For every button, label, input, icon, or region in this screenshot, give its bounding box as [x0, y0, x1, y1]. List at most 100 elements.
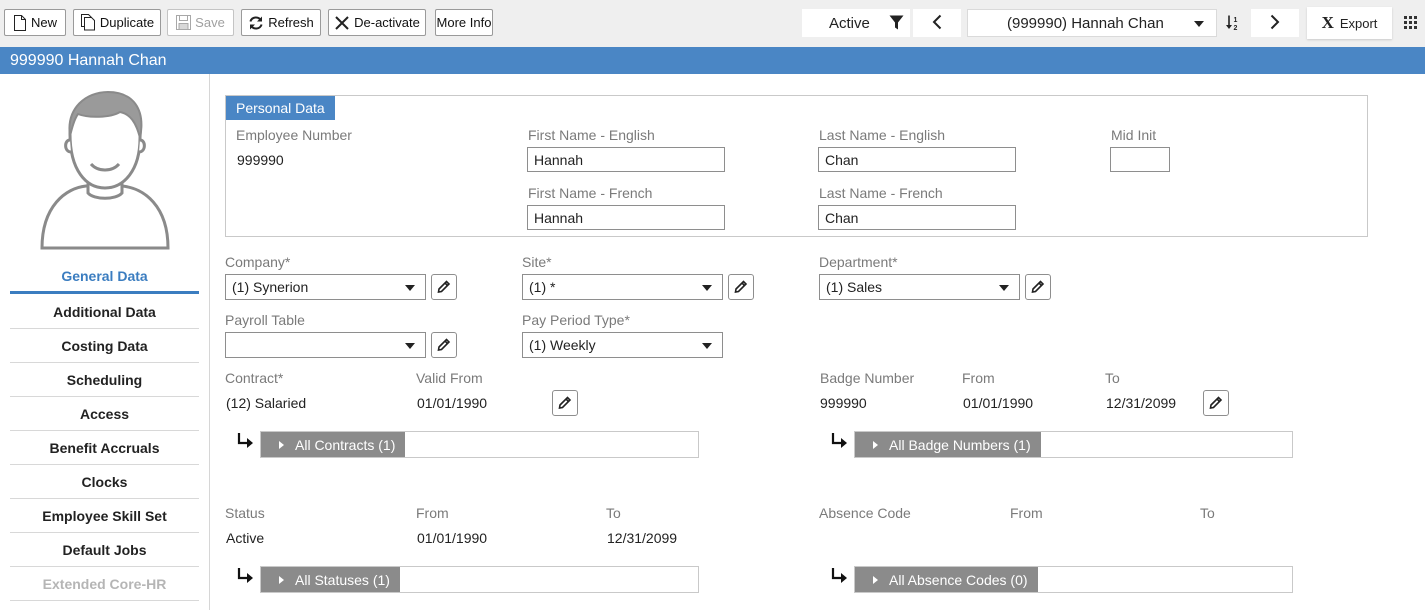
avatar — [36, 88, 174, 253]
sidebar-item-label: Additional Data — [53, 303, 156, 320]
refresh-button[interactable]: Refresh — [241, 9, 321, 36]
department-label: Department* — [819, 254, 898, 270]
first-name-french-value: Hannah — [534, 209, 584, 226]
chevron-down-icon — [405, 343, 415, 349]
sidebar-item-clocks[interactable]: Clocks — [10, 465, 199, 499]
contract-value: (12) Salaried — [226, 395, 307, 411]
company-select[interactable]: (1) Synerion — [225, 274, 426, 300]
contract-valid-from-label: Valid From — [416, 370, 483, 386]
edit-site-button[interactable] — [728, 274, 754, 300]
sidebar-item-label: Access — [79, 405, 130, 422]
edit-badge-button[interactable] — [1203, 390, 1229, 416]
company-label: Company* — [225, 254, 291, 270]
edit-payroll-table-button[interactable] — [431, 332, 457, 358]
svg-text:2: 2 — [1234, 25, 1238, 31]
edit-company-button[interactable] — [431, 274, 457, 300]
all-absence-codes-label: All Absence Codes (0) — [889, 571, 1028, 588]
export-button[interactable]: X Export — [1307, 7, 1392, 39]
save-button[interactable]: Save — [167, 9, 234, 36]
all-statuses-header[interactable]: All Statuses (1) — [261, 567, 400, 592]
last-name-english-value: Chan — [825, 151, 859, 168]
pencil-icon — [1031, 279, 1045, 296]
excel-x-icon: X — [1321, 13, 1334, 32]
svg-text:1: 1 — [1234, 17, 1238, 24]
badge-to-label: To — [1105, 370, 1120, 386]
site-value: (1) * — [529, 279, 556, 295]
status-to-value: 12/31/2099 — [607, 530, 678, 546]
employee-select[interactable]: (999990) Hannah Chan — [967, 9, 1217, 37]
first-name-english-field[interactable]: Hannah — [527, 147, 725, 172]
chevron-down-icon — [1194, 21, 1204, 27]
sort-icon[interactable]: 1 2 — [1226, 15, 1240, 34]
status-filter[interactable]: Active — [802, 9, 910, 37]
return-arrow-icon — [237, 433, 255, 452]
sidebar-item-label: General Data — [61, 267, 148, 284]
more-info-button[interactable]: More Info — [435, 9, 493, 36]
badge-number-value: 999990 — [820, 395, 867, 411]
duplicate-button[interactable]: Duplicate — [73, 9, 161, 36]
last-name-english-label: Last Name - English — [819, 127, 946, 143]
chevron-right-icon — [1270, 14, 1280, 33]
all-contracts-label: All Contracts (1) — [295, 436, 396, 453]
expand-triangle-icon — [279, 575, 284, 584]
personal-data-panel: Personal Data — [225, 95, 1368, 237]
status-label: Status — [225, 505, 265, 521]
return-arrow-icon — [831, 568, 849, 587]
expand-triangle-icon — [279, 440, 284, 449]
sidebar-item-general-data[interactable]: General Data — [10, 260, 199, 294]
sidebar-item-benefit-accruals[interactable]: Benefit Accruals — [10, 431, 199, 465]
first-name-french-field[interactable]: Hannah — [527, 205, 725, 230]
deactivate-button[interactable]: De-activate — [328, 9, 426, 36]
all-badge-numbers-label: All Badge Numbers (1) — [889, 436, 1031, 453]
duplicate-icon — [80, 14, 96, 31]
employee-number-label: Employee Number — [236, 127, 352, 143]
sidebar-item-additional-data[interactable]: Additional Data — [10, 295, 199, 329]
sidebar-item-default-jobs[interactable]: Default Jobs — [10, 533, 199, 567]
pencil-icon — [437, 279, 451, 296]
absence-code-label: Absence Code — [819, 505, 911, 521]
all-statuses-collapsible[interactable]: All Statuses (1) — [260, 566, 699, 593]
save-button-label: Save — [195, 15, 225, 30]
sidebar-item-scheduling[interactable]: Scheduling — [10, 363, 199, 397]
new-button[interactable]: New — [4, 9, 66, 36]
mid-init-field[interactable] — [1110, 147, 1170, 172]
chevron-down-icon — [405, 285, 415, 291]
chevron-down-icon — [999, 285, 1009, 291]
department-value: (1) Sales — [826, 279, 883, 295]
payroll-table-select[interactable] — [225, 332, 426, 358]
all-contracts-header[interactable]: All Contracts (1) — [261, 432, 406, 457]
last-name-english-field[interactable]: Chan — [818, 147, 1016, 172]
pencil-icon — [1209, 395, 1223, 412]
sidebar-item-employee-skill-set[interactable]: Employee Skill Set — [10, 499, 199, 533]
toolbar: New Duplicate Save Refresh De-activate M… — [0, 0, 1425, 47]
all-absence-codes-header[interactable]: All Absence Codes (0) — [855, 567, 1038, 592]
all-absence-codes-collapsible[interactable]: All Absence Codes (0) — [854, 566, 1293, 593]
edit-department-button[interactable] — [1025, 274, 1051, 300]
department-select[interactable]: (1) Sales — [819, 274, 1020, 300]
pencil-icon — [558, 395, 572, 412]
pay-period-type-select[interactable]: (1) Weekly — [522, 332, 723, 358]
return-arrow-icon — [831, 433, 849, 452]
filter-icon[interactable] — [889, 15, 904, 34]
sidebar-item-costing-data[interactable]: Costing Data — [10, 329, 199, 363]
pencil-icon — [437, 337, 451, 354]
site-select[interactable]: (1) * — [522, 274, 723, 300]
expand-triangle-icon — [873, 575, 878, 584]
next-record-button[interactable] — [1251, 9, 1299, 37]
all-contracts-collapsible[interactable]: All Contracts (1) — [260, 431, 699, 458]
last-name-french-field[interactable]: Chan — [818, 205, 1016, 230]
all-badge-numbers-header[interactable]: All Badge Numbers (1) — [855, 432, 1041, 457]
status-from-value: 01/01/1990 — [417, 530, 488, 546]
all-badge-numbers-collapsible[interactable]: All Badge Numbers (1) — [854, 431, 1293, 458]
company-value: (1) Synerion — [232, 279, 309, 295]
grid-menu-icon[interactable] — [1404, 16, 1418, 33]
sidebar-item-access[interactable]: Access — [10, 397, 199, 431]
edit-contract-button[interactable] — [552, 390, 578, 416]
refresh-icon — [248, 15, 264, 31]
badge-from-value: 01/01/1990 — [963, 395, 1034, 411]
expand-triangle-icon — [873, 440, 878, 449]
all-statuses-label: All Statuses (1) — [295, 571, 390, 588]
previous-record-button[interactable] — [913, 9, 961, 37]
sidebar-item-label: Employee Skill Set — [42, 507, 167, 524]
sidebar-item-label: Default Jobs — [62, 541, 147, 558]
